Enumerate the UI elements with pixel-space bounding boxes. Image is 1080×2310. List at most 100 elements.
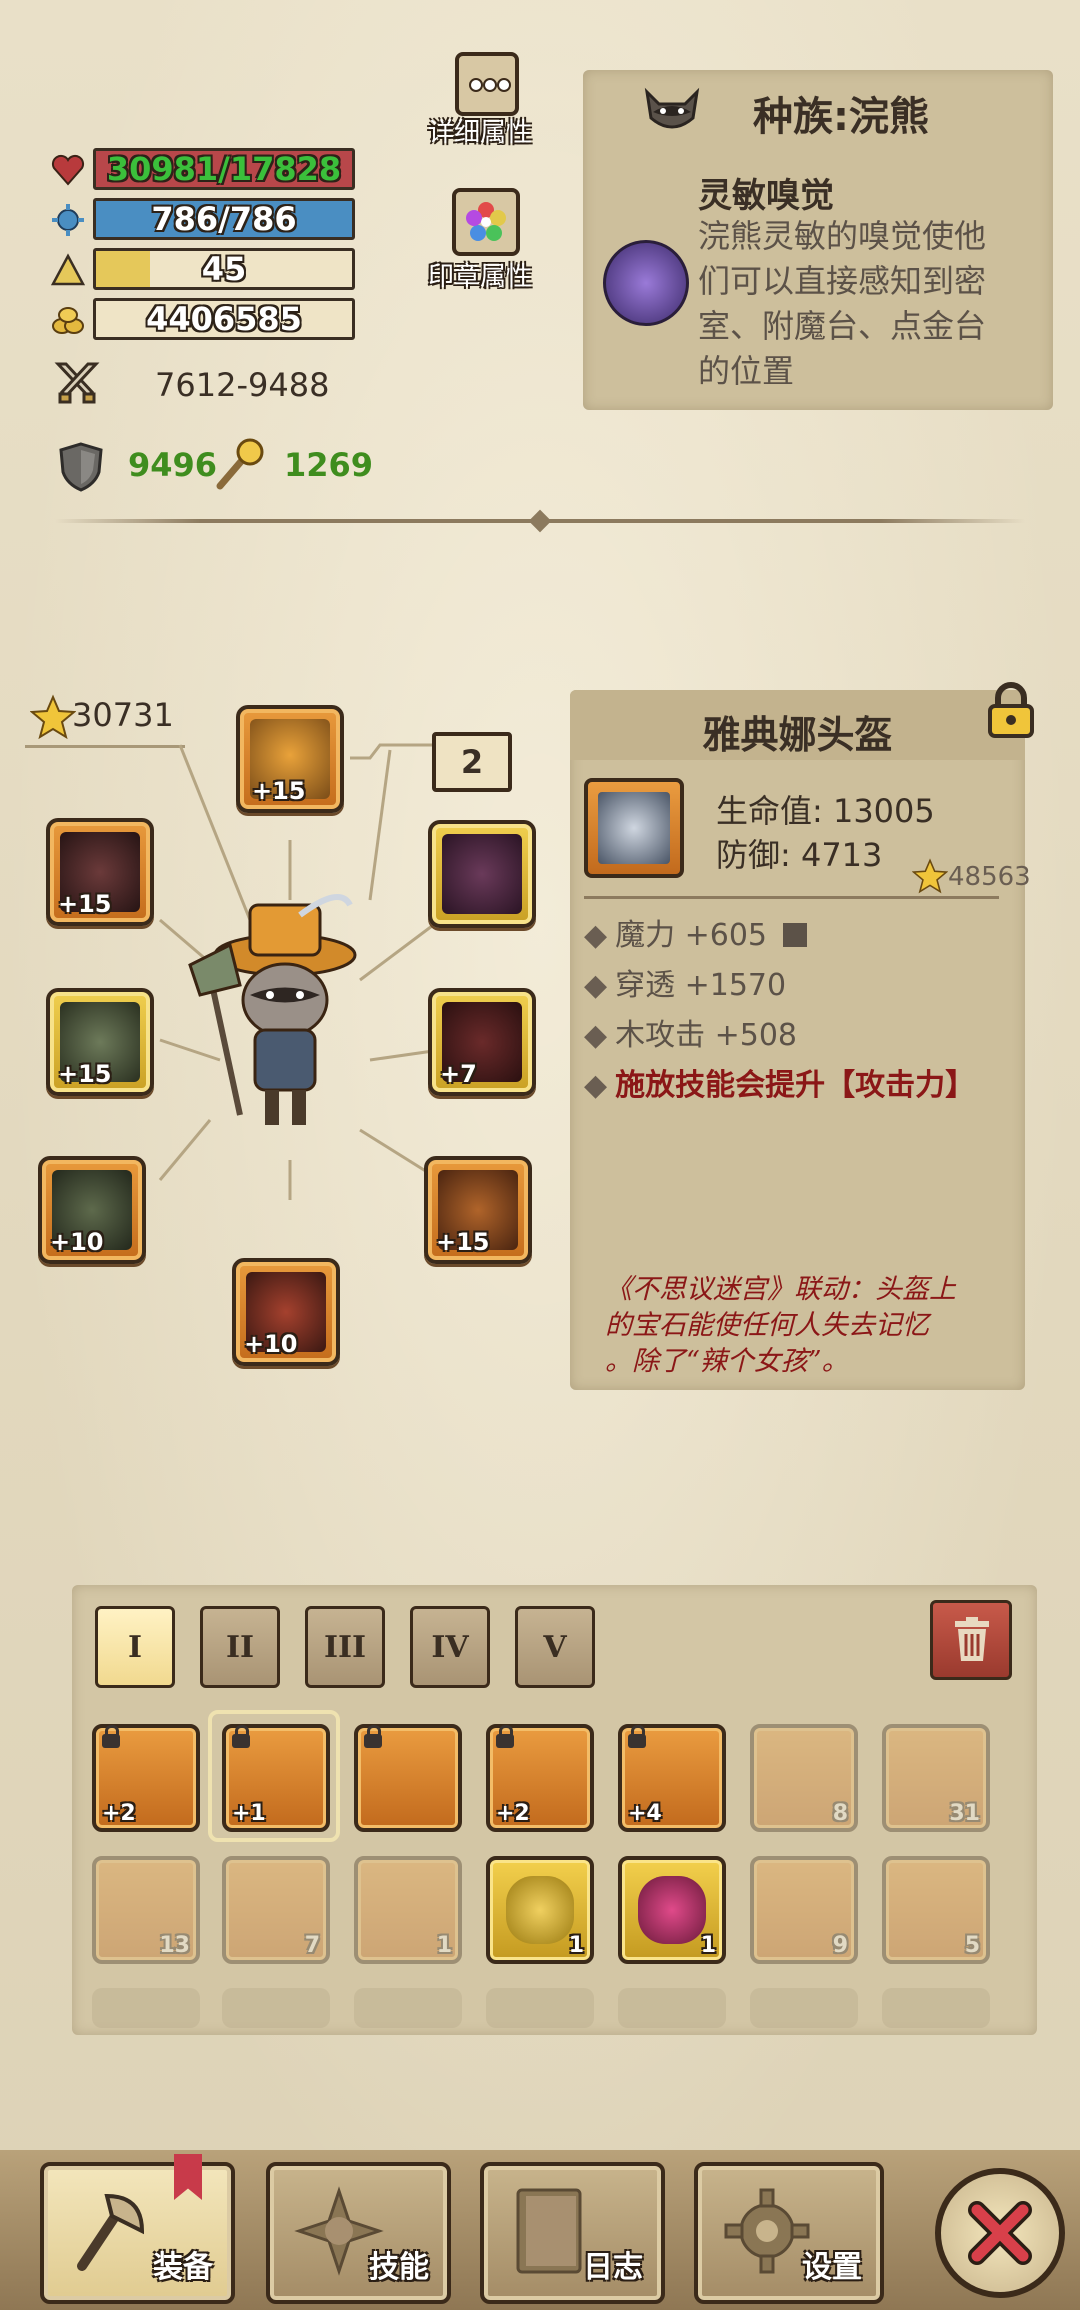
hp-bar: 30981/17828 bbox=[93, 148, 355, 190]
slot-level: +15 bbox=[58, 890, 112, 918]
tab-5[interactable]: V bbox=[515, 1606, 595, 1688]
nav-log-button[interactable]: 日志 bbox=[480, 2162, 665, 2304]
item-score: 48563 bbox=[948, 862, 1031, 892]
mp-value: 786/786 bbox=[151, 200, 297, 238]
item-count: 1 bbox=[700, 1933, 716, 1958]
empty-slot bbox=[92, 1988, 200, 2028]
slot-level: +7 bbox=[440, 1060, 477, 1088]
inventory-item[interactable]: +2 bbox=[92, 1724, 200, 1832]
item-level: +1 bbox=[232, 1801, 266, 1826]
lock-icon bbox=[102, 1725, 120, 1748]
trash-icon bbox=[955, 1617, 989, 1661]
nav-settings-button[interactable]: 设置 bbox=[694, 2162, 884, 2304]
item-count: 1 bbox=[436, 1933, 452, 1958]
slot-left-bottom[interactable]: +10 bbox=[38, 1156, 146, 1264]
empty-slot bbox=[354, 1988, 462, 2028]
lock-icon bbox=[496, 1725, 514, 1748]
item-level: +2 bbox=[496, 1801, 530, 1826]
tab-3[interactable]: III bbox=[305, 1606, 385, 1688]
inventory-potion-item[interactable]: 7 bbox=[222, 1856, 330, 1964]
lore-line: 《不思议迷宫》联动：头盔上 bbox=[605, 1274, 956, 1305]
inventory-potion-item[interactable]: 1 bbox=[486, 1856, 594, 1964]
inventory-potion-item[interactable]: 1 bbox=[354, 1856, 462, 1964]
axe-icon bbox=[77, 2193, 145, 2271]
bat-item-image bbox=[442, 834, 522, 914]
inventory-scroll-item[interactable]: 8 bbox=[750, 1724, 858, 1832]
magic-resist-value: 1269 bbox=[284, 446, 374, 484]
close-x-icon bbox=[968, 2201, 1032, 2265]
slot-right-bottom[interactable]: +15 bbox=[424, 1156, 532, 1264]
item-count: 9 bbox=[832, 1933, 848, 1958]
inventory-potion-item[interactable]: 1 bbox=[618, 1856, 726, 1964]
nav-skills-label: 技能 bbox=[369, 2250, 429, 2285]
inventory-potion-item[interactable]: 9 bbox=[750, 1856, 858, 1964]
bonus-text: 穿透 +1570 bbox=[615, 968, 787, 1003]
nav-equip-button[interactable]: 装备 bbox=[40, 2154, 235, 2304]
slot-right-mid[interactable]: +7 bbox=[428, 988, 536, 1096]
nav-skills-button[interactable]: 技能 bbox=[266, 2162, 451, 2304]
tab-4[interactable]: IV bbox=[410, 1606, 490, 1688]
nav-equip-label: 装备 bbox=[153, 2250, 213, 2285]
defense-value: 9496 bbox=[128, 446, 218, 484]
slot-level: +10 bbox=[244, 1330, 298, 1358]
gold-value: 4406585 bbox=[146, 300, 302, 338]
crown-helmet-image bbox=[598, 792, 670, 864]
race-title: 种族:浣熊 bbox=[753, 94, 929, 140]
seal-button-label[interactable]: 印章属性 bbox=[428, 256, 532, 293]
lore-line: 。除了“辣个女孩”。 bbox=[605, 1346, 849, 1377]
slot-level: +15 bbox=[252, 777, 306, 805]
level-value: 45 bbox=[201, 250, 247, 288]
inventory-item[interactable]: +4 bbox=[618, 1724, 726, 1832]
item-level: +2 bbox=[102, 1801, 136, 1826]
item-bonus: ◆ 魔力 +605 bbox=[584, 910, 807, 954]
race-desc-line: 的位置 bbox=[698, 352, 795, 390]
race-desc-line: 室、附魔台、点金台 bbox=[698, 307, 987, 345]
inventory-potion-item[interactable]: 5 bbox=[882, 1856, 990, 1964]
inventory-item-selected[interactable]: +1 bbox=[222, 1724, 330, 1832]
slot-left-mid[interactable]: +15 bbox=[46, 988, 154, 1096]
details-button[interactable] bbox=[455, 52, 519, 116]
inventory-item[interactable] bbox=[354, 1724, 462, 1832]
seal-button[interactable] bbox=[452, 188, 520, 256]
slot-right-top[interactable] bbox=[428, 820, 536, 928]
item-level: +4 bbox=[628, 1801, 662, 1826]
trash-button[interactable] bbox=[930, 1600, 1012, 1680]
race-skill-name: 灵敏嗅觉 bbox=[698, 176, 834, 216]
yellow-potion-image bbox=[506, 1876, 574, 1944]
slot-left-top[interactable]: +15 bbox=[46, 818, 154, 926]
item-lore: 《不思议迷宫》联动：头盔上 的宝石能使任何人失去记忆 。除了“辣个女孩”。 bbox=[605, 1272, 1005, 1380]
empty-slot bbox=[750, 1988, 858, 2028]
inventory-pickaxe-item[interactable]: 31 bbox=[882, 1724, 990, 1832]
raccoon-hero-character[interactable] bbox=[170, 885, 370, 1145]
empty-slot bbox=[882, 1988, 990, 2028]
lock-icon bbox=[364, 1725, 382, 1748]
mp-bar: 786/786 bbox=[93, 198, 355, 240]
details-button-label[interactable]: 详细属性 bbox=[428, 112, 532, 149]
tab-2[interactable]: II bbox=[200, 1606, 280, 1688]
slot-bottom[interactable]: +10 bbox=[232, 1258, 340, 1366]
inventory-scroll-item[interactable]: 13 bbox=[92, 1856, 200, 1964]
magic-staff-icon bbox=[216, 438, 264, 490]
dot-icon bbox=[469, 78, 483, 92]
tab-1[interactable]: I bbox=[95, 1606, 175, 1688]
crossed-swords-icon bbox=[54, 362, 100, 404]
race-skill-icon[interactable] bbox=[603, 240, 689, 326]
inventory-item[interactable]: +2 bbox=[486, 1724, 594, 1832]
lock-icon bbox=[232, 1725, 250, 1748]
slot-helmet[interactable]: +15 bbox=[236, 705, 344, 813]
item-name: 雅典娜头盔 bbox=[702, 713, 893, 757]
item-bonus: ◆ 木攻击 +508 bbox=[584, 1018, 798, 1053]
star-icon bbox=[912, 858, 948, 894]
upgrade-arrow-icon[interactable] bbox=[782, 923, 807, 947]
set-number-badge[interactable]: 2 bbox=[432, 732, 512, 792]
close-button[interactable] bbox=[935, 2168, 1065, 2298]
lock-icon[interactable] bbox=[986, 682, 1036, 740]
level-bar: 45 bbox=[93, 248, 355, 290]
raccoon-icon bbox=[644, 87, 700, 129]
dot-icon bbox=[483, 78, 497, 92]
level-triangle-icon bbox=[50, 253, 86, 286]
lock-icon bbox=[628, 1725, 646, 1748]
gold-coins-icon bbox=[52, 307, 84, 334]
attack-range-text: 7612-9488 bbox=[155, 366, 330, 404]
slot-level: +15 bbox=[436, 1228, 490, 1256]
